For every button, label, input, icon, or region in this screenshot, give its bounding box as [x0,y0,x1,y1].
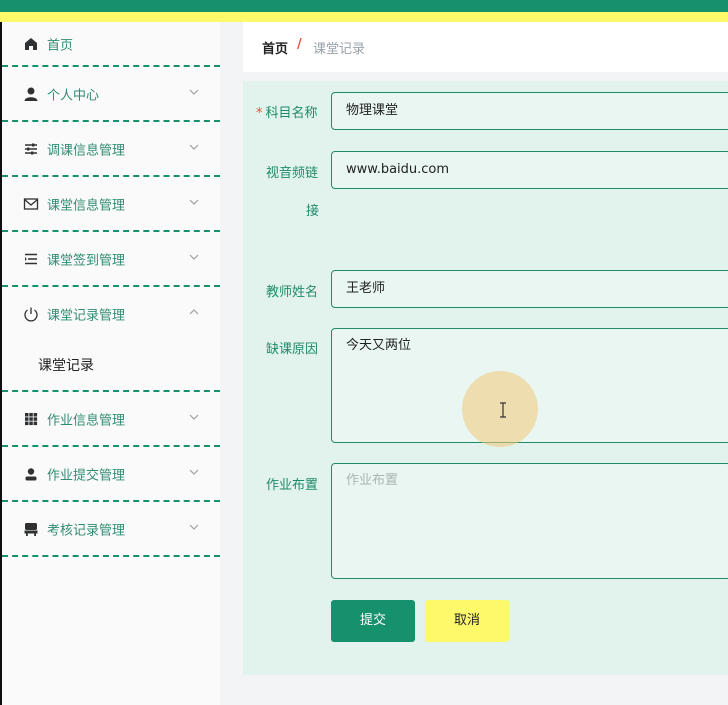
sidebar-item-schedule-change[interactable]: 调课信息管理 [2,122,220,177]
text-cursor-icon [497,402,509,418]
chevron-down-icon [188,86,200,98]
sidebar-subitem-class-record[interactable]: 课堂记录 [2,340,220,392]
chevron-down-icon [188,141,200,153]
teacher-input[interactable]: 王老师 [331,270,728,308]
homework-placeholder: 作业布置 [346,473,399,488]
sidebar-item-label: 考核记录管理 [47,523,126,538]
chevron-down-icon [188,521,200,533]
absence-reason-label: 缺课原因 [266,342,319,357]
chevron-down-icon [188,251,200,263]
user-icon [22,465,40,483]
breadcrumb-current: 课堂记录 [313,42,366,57]
top-accent-bar [0,12,728,22]
sidebar-item-label: 课堂信息管理 [47,198,126,213]
homework-label: 作业布置 [266,478,319,493]
sidebar-item-label: 首页 [47,38,74,53]
video-link-input[interactable]: www.baidu.com [331,151,728,189]
sidebar-item-label: 作业提交管理 [47,468,126,483]
subject-input[interactable]: 物理课堂 [331,92,728,130]
sidebar-item-home[interactable]: 首页 [2,22,220,67]
chair-icon [22,520,40,538]
person-icon [22,85,40,103]
mail-icon [22,195,40,213]
submit-button[interactable]: 提交 [331,600,415,642]
cancel-button[interactable]: 取消 [425,600,509,642]
required-mark: * [256,106,263,121]
chevron-up-icon [188,306,200,318]
sidebar-item-label: 课堂签到管理 [47,253,126,268]
sidebar-item-homework-submit[interactable]: 作业提交管理 [2,447,220,502]
video-link-label-line2: 接 [306,204,320,219]
video-link-label-line1: 视音频链 [266,166,319,181]
sidebar-item-class-info[interactable]: 课堂信息管理 [2,177,220,232]
sliders-icon [22,140,40,158]
chevron-down-icon [188,196,200,208]
sidebar-item-checkin[interactable]: 课堂签到管理 [2,232,220,287]
sidebar-item-personal-center[interactable]: 个人中心 [2,67,220,122]
sidebar-subitem-label: 课堂记录 [38,358,94,374]
sidebar-item-label: 调课信息管理 [47,143,126,158]
grid-icon [22,410,40,428]
home-icon [22,35,40,53]
sidebar-item-homework-info[interactable]: 作业信息管理 [2,392,220,447]
sidebar-item-label: 个人中心 [47,88,100,103]
subject-label: * 科目名称 [256,102,318,121]
sidebar-item-assessment-records[interactable]: 考核记录管理 [2,502,220,557]
sidebar-item-label: 课堂记录管理 [47,308,126,323]
homework-textarea[interactable]: 作业布置 [331,463,728,579]
breadcrumb-home-link[interactable]: 首页 [262,38,288,57]
list-icon [22,250,40,268]
subject-label-text: 科目名称 [265,106,318,121]
chevron-down-icon [188,466,200,478]
teacher-label: 教师姓名 [266,285,319,300]
top-bar [0,0,728,12]
breadcrumb: 首页 / 课堂记录 [243,22,728,72]
power-icon [22,305,40,323]
sidebar-item-label: 作业信息管理 [47,413,126,428]
chevron-down-icon [188,411,200,423]
breadcrumb-separator: / [297,37,302,52]
sidebar-item-class-records[interactable]: 课堂记录管理 [2,287,220,340]
